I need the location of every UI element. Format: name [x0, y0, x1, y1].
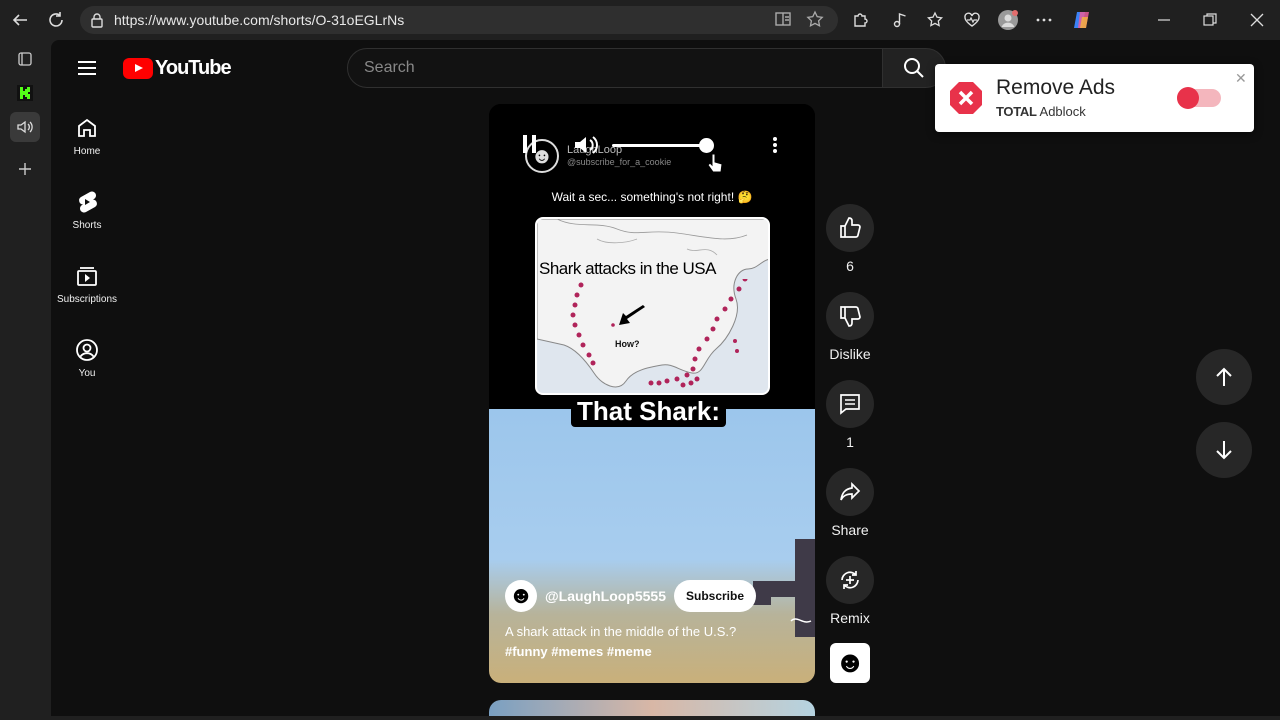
search-placeholder: Search	[364, 59, 415, 76]
subscriptions-icon	[77, 267, 97, 286]
youtube-logo[interactable]: YouTube	[123, 56, 232, 80]
profile-avatar-icon[interactable]	[994, 6, 1022, 34]
kick-tab-icon[interactable]	[10, 78, 40, 108]
like-button[interactable]	[826, 204, 874, 252]
video-more-options-icon[interactable]	[771, 136, 779, 159]
hamburger-menu-icon[interactable]	[75, 56, 99, 80]
new-tab-icon[interactable]	[10, 154, 40, 184]
share-icon	[840, 481, 861, 501]
split-screen-icon[interactable]	[774, 10, 792, 31]
previous-short-button[interactable]	[1196, 349, 1252, 405]
dislike-action: Dislike	[826, 292, 874, 362]
volume-icon[interactable]	[573, 134, 599, 161]
sidebar-item-label: Shorts	[72, 220, 102, 231]
arrow-up-icon	[1216, 367, 1232, 386]
lock-icon	[90, 12, 104, 31]
adblock-brand: TOTAL Adblock	[996, 104, 1086, 119]
remix-label: Remix	[830, 610, 870, 626]
like-action: 6	[826, 204, 874, 274]
share-button[interactable]	[826, 468, 874, 516]
thumbs-up-icon	[840, 217, 861, 238]
mouse-cursor-icon	[707, 153, 723, 173]
next-short-button[interactable]	[1196, 422, 1252, 478]
sidebar-item-you[interactable]: You	[51, 338, 123, 379]
channel-avatar[interactable]: ☻	[505, 580, 537, 612]
volume-slider-track[interactable]	[612, 144, 707, 147]
browser-essentials-icon[interactable]	[958, 6, 986, 34]
back-icon[interactable]	[6, 6, 34, 34]
favorite-star-icon[interactable]	[806, 10, 824, 31]
adblock-title: Remove Ads	[996, 76, 1116, 99]
comment-count: 1	[846, 434, 854, 450]
sidebar-item-subscriptions[interactable]: Subscriptions	[51, 264, 123, 305]
remove-ads-toggle[interactable]	[1177, 87, 1221, 109]
video-banner-text: That Shark:	[571, 395, 727, 427]
extensions-icon[interactable]	[846, 6, 874, 34]
logo-text: YouTube	[155, 56, 232, 79]
map-title: Shark attacks in the USA	[539, 259, 716, 278]
hashtags[interactable]: #funny #memes #meme	[505, 644, 652, 659]
sidebar-item-label: You	[78, 368, 96, 379]
dislike-label: Dislike	[829, 346, 871, 362]
minimize-icon[interactable]	[1150, 6, 1178, 34]
sidebar-item-label: Home	[73, 146, 101, 157]
shark-map-image: Shark attacks in the USA How?	[535, 217, 770, 395]
youtube-play-icon	[123, 57, 153, 79]
tab-actions-icon[interactable]	[10, 44, 40, 74]
video-description: A shark attack in the middle of the U.S.…	[505, 622, 736, 662]
copilot-icon[interactable]	[1068, 6, 1096, 34]
cartoon-shark-figure	[753, 539, 815, 637]
browser-toolbar: https://www.youtube.com/shorts/O-31oEGLr…	[0, 0, 1280, 40]
browser-sidebar	[0, 40, 50, 720]
map-label: How?	[615, 339, 640, 349]
comment-button[interactable]	[826, 380, 874, 428]
share-action: Share	[826, 468, 874, 538]
dislike-button[interactable]	[826, 292, 874, 340]
arrow-down-icon	[1216, 441, 1232, 460]
share-label: Share	[831, 522, 869, 538]
next-short-preview[interactable]	[489, 700, 815, 716]
adblock-x-icon	[950, 82, 982, 114]
close-popup-icon[interactable]: ✕	[1235, 70, 1247, 87]
audio-source-avatar[interactable]: ☻	[830, 643, 870, 683]
like-count: 6	[846, 258, 854, 274]
comment-icon	[840, 394, 860, 415]
more-options-icon[interactable]	[1030, 6, 1058, 34]
subscribe-button[interactable]: Subscribe	[674, 580, 757, 612]
adblock-popup: Remove Ads TOTAL Adblock ✕	[935, 64, 1254, 132]
pause-icon[interactable]	[522, 134, 538, 159]
home-icon	[78, 118, 96, 137]
short-video-player[interactable]: ☻ LaughLoop @subscribe_for_a_cookie Wait…	[489, 104, 815, 683]
remix-button[interactable]	[826, 556, 874, 604]
sidebar-item-shorts[interactable]: Shorts	[51, 190, 123, 231]
shorts-icon	[79, 191, 97, 213]
remix-action: Remix	[826, 556, 874, 626]
refresh-icon[interactable]	[42, 6, 70, 34]
favorites-icon[interactable]	[922, 6, 950, 34]
video-caption: Wait a sec... something's not right! 🤔	[551, 190, 753, 204]
media-control-icon[interactable]	[886, 6, 914, 34]
url-text: https://www.youtube.com/shorts/O-31oEGLr…	[114, 12, 405, 28]
adblock-brand-rest: Adblock	[1036, 104, 1086, 119]
youtube-page: YouTube Search Home Shorts Subscriptions…	[51, 40, 1280, 716]
remix-icon	[841, 571, 859, 589]
adblock-brand-bold: TOTAL	[996, 104, 1037, 119]
comment-action: 1	[826, 380, 874, 450]
audio-tab-icon[interactable]	[10, 112, 40, 142]
sidebar-item-home[interactable]: Home	[51, 116, 123, 157]
arrow-icon	[619, 305, 645, 325]
sidebar-item-label: Subscriptions	[56, 294, 118, 305]
address-bar[interactable]: https://www.youtube.com/shorts/O-31oEGLr…	[80, 6, 838, 34]
search-input[interactable]: Search	[347, 48, 883, 88]
restore-icon[interactable]	[1196, 6, 1224, 34]
video-channel-row: ☻ @LaughLoop5555 Subscribe	[505, 580, 757, 612]
volume-slider-handle[interactable]	[699, 138, 714, 153]
description-text: A shark attack in the middle of the U.S.…	[505, 624, 737, 639]
search-icon	[904, 58, 924, 78]
user-icon	[76, 339, 98, 361]
thumbs-down-icon	[840, 306, 861, 327]
shark-attack-dots	[570, 279, 748, 388]
channel-handle[interactable]: @LaughLoop5555	[545, 588, 666, 604]
close-window-icon[interactable]	[1243, 6, 1271, 34]
